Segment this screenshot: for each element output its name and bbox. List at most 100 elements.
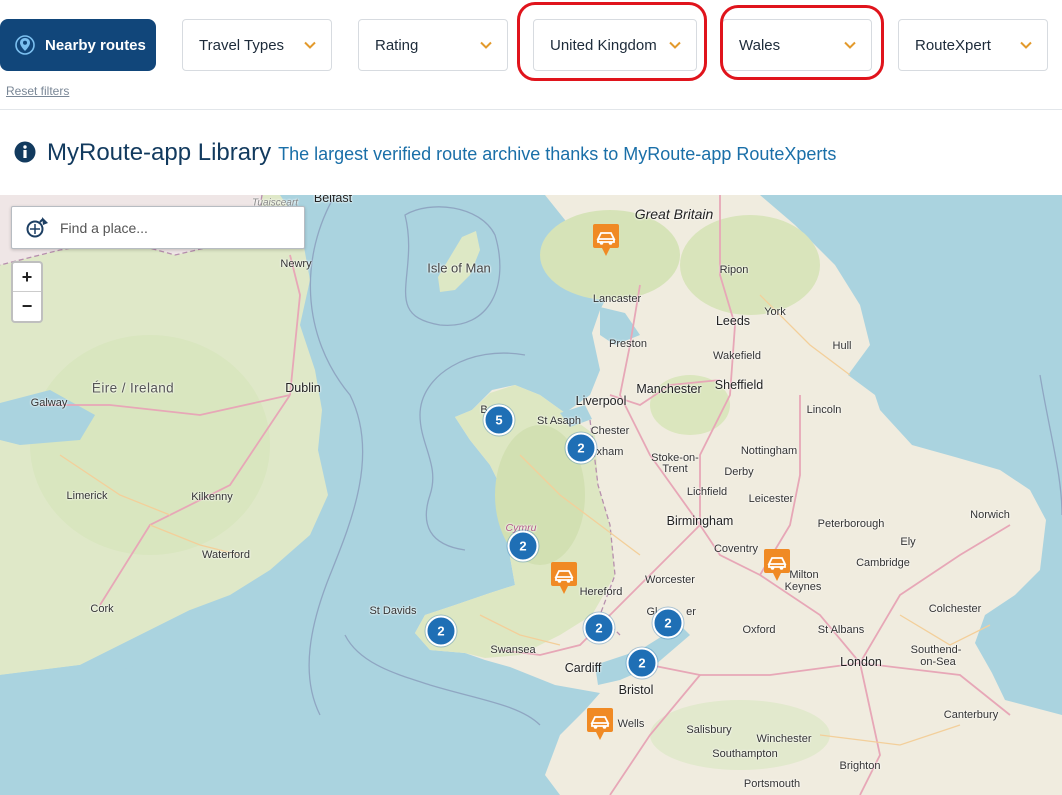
map-label-sheffield: Sheffield (714, 378, 764, 392)
map-label-cardiff: Cardiff (564, 661, 602, 675)
map-label-chester: Chester (590, 425, 630, 437)
zoom-in-button[interactable]: + (13, 263, 41, 292)
map-label-cork: Cork (90, 603, 114, 615)
map-label-hereford: Hereford (579, 586, 623, 598)
map-label-ely: Ely (900, 536, 916, 548)
map-label-galway: Galway (30, 397, 68, 409)
map-label-kilkenny: Kilkenny (191, 491, 233, 503)
map-label-milton: Milton (789, 569, 819, 581)
map-label-winchester: Winchester (756, 733, 812, 745)
map-label-derby: Derby (724, 466, 754, 478)
map-label-southampton: Southampton (712, 748, 778, 760)
map-label-dublin: Dublin (285, 381, 321, 395)
map-label-isle-of-man: Isle of Man (427, 260, 491, 276)
map-label-lincoln: Lincoln (806, 404, 842, 416)
region-label: Wales (739, 36, 781, 54)
map-label-st-asaph: St Asaph (536, 415, 582, 427)
map-label-belfast: Belfast (313, 195, 353, 205)
map-label-st-davids: St Davids (369, 605, 417, 617)
map-label-ripon: Ripon (719, 264, 749, 276)
map-label-norwich: Norwich (970, 509, 1010, 521)
map-label-newry: Newry (280, 258, 312, 270)
library-heading: MyRoute-app Library The largest verified… (14, 138, 836, 167)
map-label-bristol: Bristol (618, 683, 654, 697)
zoom-control: + − (11, 261, 43, 323)
locate-icon[interactable] (24, 215, 50, 241)
map-base (0, 195, 1062, 795)
chevron-down-icon (844, 41, 856, 49)
route-cluster[interactable]: 2 (626, 647, 658, 679)
route-map[interactable]: Great Britain Isle of Man Éire / Ireland… (0, 195, 1062, 795)
nearby-routes-label: Nearby routes (45, 36, 146, 54)
map-label-liverpool: Liverpool (575, 394, 627, 408)
map-label-ireland: Éire / Ireland (91, 380, 175, 396)
map-label-preston: Preston (609, 338, 647, 350)
route-marker-icon[interactable] (763, 548, 791, 582)
route-cluster[interactable]: 2 (652, 607, 684, 639)
map-label-gloucester-er: er (686, 606, 696, 618)
map-label-wrexham: xham (596, 446, 624, 458)
rating-dropdown[interactable]: Rating (358, 19, 508, 71)
chevron-down-icon (304, 41, 316, 49)
map-label-peterborough: Peterborough (817, 518, 885, 530)
page-title: MyRoute-app Library (47, 139, 272, 166)
map-label-swansea: Swansea (490, 644, 536, 656)
route-cluster[interactable]: 2 (507, 530, 539, 562)
route-marker-icon[interactable] (550, 561, 578, 595)
map-label-lancaster: Lancaster (592, 293, 642, 305)
map-label-limerick: Limerick (66, 490, 108, 502)
map-label-york: York (764, 306, 786, 318)
filter-bar: Nearby routes Travel Types Rating United… (0, 0, 1062, 110)
map-label-salisbury: Salisbury (686, 724, 732, 736)
region-dropdown[interactable]: Wales (722, 19, 872, 71)
reset-filters-link[interactable]: Reset filters (6, 84, 69, 98)
travel-types-dropdown[interactable]: Travel Types (182, 19, 332, 71)
map-label-great-britain: Great Britain (634, 206, 714, 222)
route-marker-icon[interactable] (586, 707, 614, 741)
rating-label: Rating (375, 36, 419, 54)
map-label-lichfield: Lichfield (686, 486, 728, 498)
map-label-cambridge: Cambridge (856, 557, 910, 569)
chevron-down-icon (480, 41, 492, 49)
map-label-brighton: Brighton (839, 760, 881, 772)
map-label-oxford: Oxford (742, 624, 776, 636)
page: Nearby routes Travel Types Rating United… (0, 0, 1062, 795)
map-label-nottingham: Nottingham (740, 445, 798, 457)
route-marker-icon[interactable] (592, 223, 620, 257)
map-label-waterford: Waterford (202, 549, 250, 561)
routexpert-label: RouteXpert (915, 36, 991, 54)
map-label-leeds: Leeds (715, 314, 751, 328)
route-cluster[interactable]: 5 (483, 404, 515, 436)
map-label-birmingham: Birmingham (666, 514, 734, 528)
nearby-routes-button[interactable]: Nearby routes (0, 19, 156, 71)
map-label-coventry: Coventry (713, 543, 759, 555)
search-input[interactable] (60, 219, 280, 236)
map-label-st-albans: St Albans (817, 624, 865, 636)
map-label-leicester: Leicester (748, 493, 794, 505)
chevron-down-icon (1020, 41, 1032, 49)
place-search-box (11, 206, 305, 249)
route-cluster[interactable]: 2 (583, 612, 615, 644)
map-label-wells: Wells (617, 718, 645, 730)
travel-types-label: Travel Types (199, 36, 285, 54)
chevron-down-icon (669, 41, 681, 49)
route-cluster[interactable]: 2 (425, 615, 457, 647)
map-label-on-sea: on-Sea (920, 656, 956, 668)
map-label-london: London (840, 655, 882, 669)
map-label-colchester: Colchester (928, 603, 982, 615)
map-label-keynes: Keynes (784, 581, 822, 593)
map-label-portsmouth: Portsmouth (743, 778, 801, 790)
location-pin-icon (15, 35, 35, 55)
country-dropdown[interactable]: United Kingdom (533, 19, 697, 71)
map-label-southend: Southend- (910, 644, 962, 656)
zoom-out-button[interactable]: − (13, 292, 41, 321)
map-label-canterbury: Canterbury (943, 709, 999, 721)
map-label-manchester: Manchester (636, 382, 702, 396)
map-label-hull: Hull (832, 340, 852, 352)
page-subtitle: The largest verified route archive thank… (278, 144, 837, 164)
map-label-trent: Trent (662, 463, 688, 475)
route-cluster[interactable]: 2 (565, 432, 597, 464)
routexpert-dropdown[interactable]: RouteXpert (898, 19, 1048, 71)
map-label-wakefield: Wakefield (713, 350, 761, 362)
info-icon (14, 141, 36, 163)
